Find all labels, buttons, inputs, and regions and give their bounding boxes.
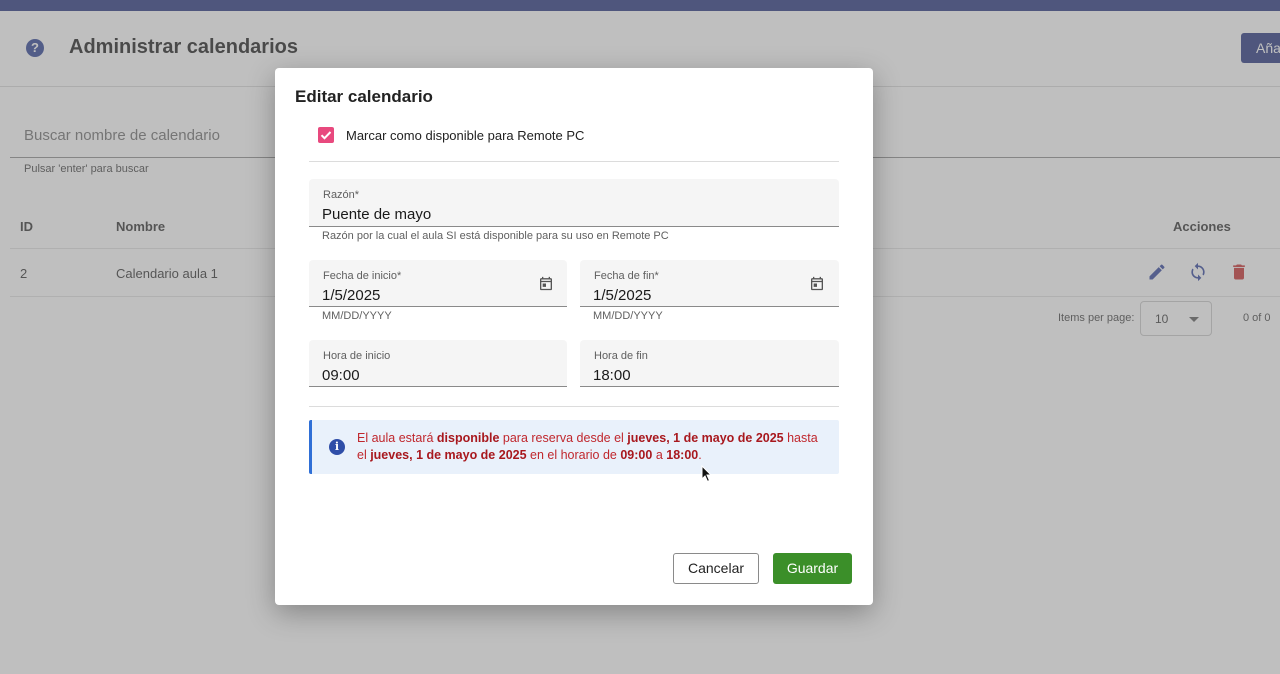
end-time-field[interactable]: Hora de fin 18:00 — [580, 340, 839, 387]
reason-value: Puente de mayo — [322, 206, 432, 223]
end-date-label: Fecha de fin* — [594, 270, 659, 282]
edit-calendar-dialog: Editar calendario Marcar como disponible… — [275, 68, 873, 605]
start-date-label: Fecha de inicio* — [323, 270, 402, 282]
end-time-value: 18:00 — [593, 367, 631, 384]
availability-info-box: i El aula estará disponible para reserva… — [309, 420, 839, 474]
start-date-hint: MM/DD/YYYY — [322, 310, 392, 322]
start-time-value: 09:00 — [322, 367, 360, 384]
end-time-label: Hora de fin — [594, 350, 648, 362]
start-time-label: Hora de inicio — [323, 350, 391, 362]
start-date-value: 1/5/2025 — [322, 287, 381, 304]
calendar-icon[interactable] — [538, 275, 554, 292]
available-checkbox-label[interactable]: Marcar como disponible para Remote PC — [346, 128, 584, 143]
start-date-field[interactable]: Fecha de inicio* 1/5/2025 — [309, 260, 567, 307]
dialog-divider — [309, 161, 839, 162]
save-button[interactable]: Guardar — [773, 553, 852, 584]
calendar-icon[interactable] — [809, 275, 825, 292]
end-date-hint: MM/DD/YYYY — [593, 310, 663, 322]
reason-label: Razón* — [323, 189, 360, 201]
reason-hint: Razón por la cual el aula SI está dispon… — [322, 230, 669, 242]
reason-field[interactable]: Razón* Puente de mayo — [309, 179, 839, 227]
availability-info-text: El aula estará disponible para reserva d… — [357, 431, 818, 462]
cancel-button[interactable]: Cancelar — [673, 553, 759, 584]
available-checkbox[interactable] — [318, 127, 334, 143]
checkmark-icon — [320, 131, 332, 140]
mouse-cursor-icon — [701, 465, 713, 483]
dialog-title: Editar calendario — [295, 87, 433, 106]
info-icon: i — [329, 439, 345, 455]
end-date-value: 1/5/2025 — [593, 287, 652, 304]
dialog-divider — [309, 406, 839, 407]
end-date-field[interactable]: Fecha de fin* 1/5/2025 — [580, 260, 839, 307]
start-time-field[interactable]: Hora de inicio 09:00 — [309, 340, 567, 387]
